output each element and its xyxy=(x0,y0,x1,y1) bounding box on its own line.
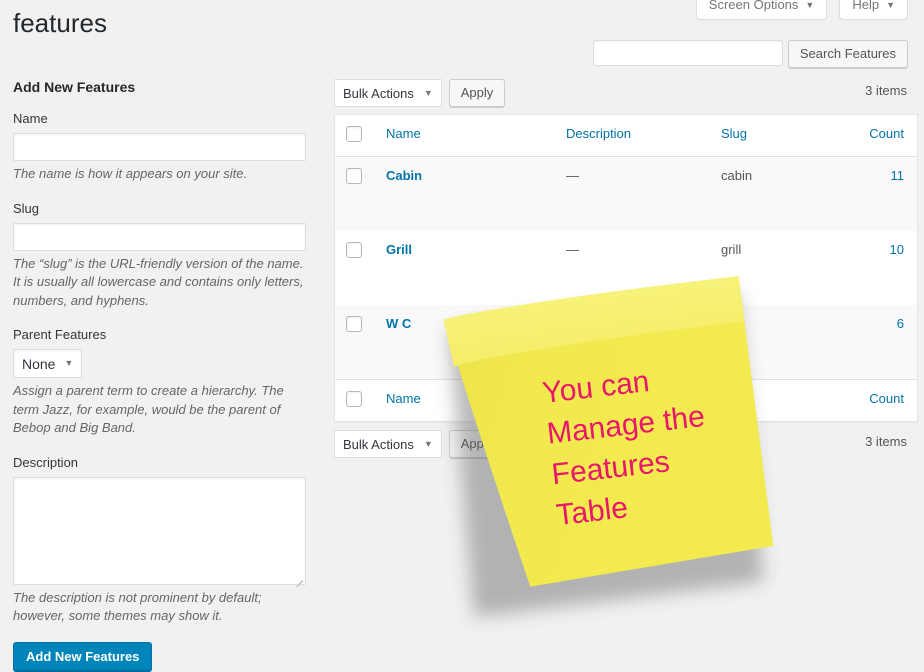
screen-meta-tabs: Screen Options ▼ Help ▼ xyxy=(695,0,908,20)
add-new-term-form: Add New Features Name The name is how it… xyxy=(13,78,308,671)
row-checkbox-cell xyxy=(335,231,387,305)
term-name-link[interactable]: Cabin xyxy=(386,168,422,183)
chevron-down-icon: ▼ xyxy=(64,358,74,368)
items-count-bottom: 3 items xyxy=(865,434,907,449)
term-name-link[interactable]: W C xyxy=(386,316,411,331)
bulk-actions-value-top: Bulk Actions xyxy=(343,85,414,101)
chevron-down-icon: ▼ xyxy=(423,438,433,449)
page-title: features xyxy=(13,8,107,38)
column-footer-count: Count xyxy=(826,379,918,422)
row-slug-cell: cabin xyxy=(721,156,826,231)
select-all-header xyxy=(334,114,386,157)
table-head: Name Description Slug Count xyxy=(334,114,918,157)
column-header-slug: Slug xyxy=(721,114,826,157)
row-count-cell: 10 xyxy=(826,231,918,305)
row-checkbox-cell xyxy=(334,305,386,380)
sticky-note-overlay: You can Manage the Features Table xyxy=(443,276,784,618)
chevron-down-icon: ▼ xyxy=(886,0,895,10)
table-row: Cabin — cabin 11 xyxy=(334,156,918,231)
tablenav-top: Bulk Actions ▼ Apply 3 items xyxy=(334,78,908,108)
name-input[interactable] xyxy=(13,133,306,161)
bulk-actions-select-bottom[interactable]: Bulk Actions ▼ xyxy=(334,430,442,458)
add-new-features-submit-button[interactable]: Add New Features xyxy=(13,641,153,671)
slug-help-text: The “slug” is the URL-friendly version o… xyxy=(13,255,304,308)
description-textarea[interactable] xyxy=(13,476,306,585)
row-count-cell: 11 xyxy=(826,156,918,231)
chevron-down-icon: ▼ xyxy=(805,0,815,10)
screen-options-label: Screen Options xyxy=(708,0,799,12)
sort-name-link-bottom[interactable]: Name xyxy=(386,391,421,406)
parent-features-value: None xyxy=(22,355,56,372)
name-label: Name xyxy=(13,111,48,126)
description-help-text: The description is not prominent by defa… xyxy=(13,589,262,624)
sort-description-link-top[interactable]: Description xyxy=(566,126,631,141)
sort-name-link-top[interactable]: Name xyxy=(386,126,421,141)
row-checkbox[interactable] xyxy=(346,242,362,258)
column-header-name: Name xyxy=(386,114,566,157)
parent-features-select[interactable]: None ▼ xyxy=(13,349,83,378)
column-header-description: Description xyxy=(566,114,721,157)
form-heading: Add New Features xyxy=(13,79,136,95)
parent-help-text: Assign a parent term to create a hierarc… xyxy=(13,383,284,435)
help-label: Help xyxy=(852,0,880,12)
row-name-cell: Cabin xyxy=(386,156,566,231)
apply-button-top[interactable]: Apply xyxy=(448,79,506,107)
term-count-link[interactable]: 10 xyxy=(890,242,904,257)
parent-features-label: Parent Features xyxy=(13,327,107,342)
description-textarea-wrap xyxy=(13,476,306,587)
select-all-checkbox-bottom[interactable] xyxy=(346,391,362,407)
sticky-note-text: You can Manage the Features Table xyxy=(540,351,757,537)
table-header-row: Name Description Slug Count xyxy=(334,114,918,157)
search-input[interactable] xyxy=(592,40,783,66)
search-form: Search Features xyxy=(592,40,908,68)
row-checkbox-cell xyxy=(334,156,386,231)
bulk-actions-value-bottom: Bulk Actions xyxy=(343,436,414,452)
sort-count-link-bottom[interactable]: Count xyxy=(869,391,904,406)
select-all-footer xyxy=(334,379,386,422)
screen-options-tab[interactable]: Screen Options ▼ xyxy=(695,0,828,20)
term-name-link[interactable]: Grill xyxy=(386,242,412,257)
bulk-actions-select-top[interactable]: Bulk Actions ▼ xyxy=(334,79,442,107)
description-label: Description xyxy=(13,454,79,470)
term-count-link[interactable]: 6 xyxy=(897,316,904,331)
name-help-text: The name is how it appears on your site. xyxy=(13,166,248,181)
select-all-checkbox-top[interactable] xyxy=(346,126,362,142)
search-features-button[interactable]: Search Features xyxy=(787,40,908,68)
slug-input[interactable] xyxy=(13,222,306,251)
sticky-note: You can Manage the Features Table xyxy=(436,271,778,604)
column-header-count: Count xyxy=(826,114,918,157)
row-count-cell: 6 xyxy=(826,305,918,380)
items-count-top: 3 items xyxy=(865,83,907,98)
row-description-cell: — xyxy=(566,156,721,231)
term-count-link[interactable]: 11 xyxy=(891,168,905,183)
sort-count-link-top[interactable]: Count xyxy=(869,126,904,141)
row-checkbox[interactable] xyxy=(346,168,362,184)
row-checkbox[interactable] xyxy=(346,316,362,332)
wordpress-admin-screen: Screen Options ▼ Help ▼ features Search … xyxy=(0,0,924,672)
slug-label: Slug xyxy=(13,200,40,216)
help-tab[interactable]: Help ▼ xyxy=(839,0,908,20)
sort-slug-link-top[interactable]: Slug xyxy=(721,126,747,141)
chevron-down-icon: ▼ xyxy=(423,87,433,98)
